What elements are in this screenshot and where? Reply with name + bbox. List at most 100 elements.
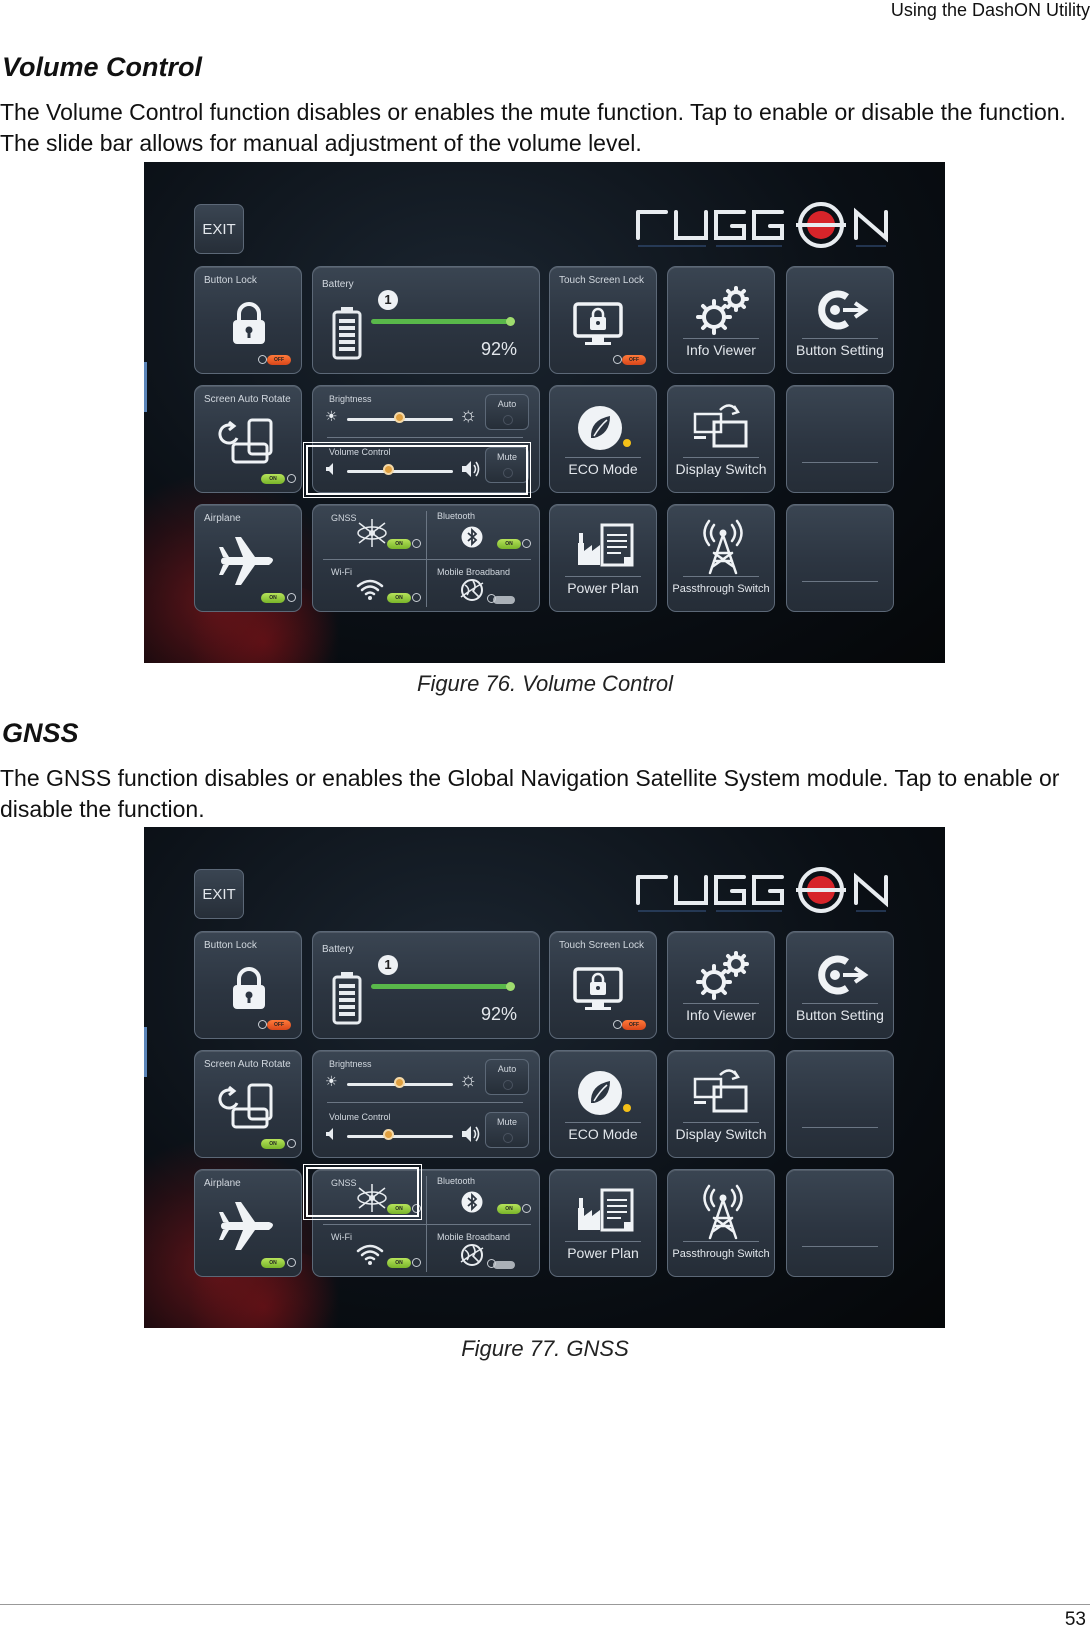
tile-brightness-volume: Brightness ☀ ☼ Auto Volume Control Mute: [312, 1050, 540, 1158]
brightness-slider-thumb[interactable]: [394, 1077, 405, 1088]
tile-eco-mode[interactable]: ECO Mode: [549, 1050, 657, 1158]
toggle-on-switch[interactable]: ON: [261, 1139, 285, 1149]
wifi-label: Wi-Fi: [331, 1232, 352, 1242]
toggle-on-switch[interactable]: ON: [261, 474, 285, 484]
tile-divider: [683, 338, 759, 339]
volume-mute-button[interactable]: Mute: [485, 1112, 529, 1148]
auto-indicator-icon: [503, 1080, 513, 1090]
volume-slider-track[interactable]: [347, 1135, 453, 1138]
tile-screen-auto-rotate[interactable]: Screen Auto Rotate ON: [194, 385, 302, 493]
bluetooth-toggle-on-switch[interactable]: ON: [497, 1204, 521, 1214]
wifi-toggle-on-switch[interactable]: ON: [387, 1258, 411, 1268]
tile-label: Passthrough Switch: [672, 583, 770, 595]
figure-volume-control-screenshot: EXIT Button Lock OFF Battery 1 92% Touch…: [144, 162, 945, 663]
tile-info-viewer[interactable]: Info Viewer: [667, 931, 775, 1039]
monitor-lock-icon: [573, 302, 623, 345]
gnss-toggle-on-switch[interactable]: ON: [387, 539, 411, 549]
section-paragraph-volume-control: The Volume Control function disables or …: [0, 99, 1066, 156]
tile-power-plan[interactable]: Power Plan: [549, 504, 657, 612]
toggle-knob: [412, 593, 421, 602]
toggle-knob: [487, 1259, 496, 1268]
brightness-slider-thumb[interactable]: [394, 412, 405, 423]
window-edge: [144, 1027, 147, 1077]
power-plan-icon: [578, 1188, 634, 1232]
tile-label: ECO Mode: [568, 1126, 638, 1142]
tile-display-switch[interactable]: Display Switch: [667, 1050, 775, 1158]
section-paragraph-gnss: The GNSS function disables or enables th…: [0, 765, 1060, 822]
footer-rule: [0, 1604, 1090, 1605]
tile-touch-screen-lock[interactable]: Touch Screen Lock OFF: [549, 266, 657, 374]
bluetooth-label: Bluetooth: [437, 511, 476, 521]
tile-label: Power Plan: [567, 1245, 639, 1261]
tile-airplane[interactable]: Airplane ON: [194, 504, 302, 612]
battery-level-bar: [371, 319, 511, 324]
section-title-volume-control: Volume Control: [2, 52, 202, 82]
tile-button-lock[interactable]: Button Lock OFF: [194, 931, 302, 1039]
figure-gnss-screenshot: EXIT Button Lock OFF Battery 1 92% Touch…: [144, 827, 945, 1328]
tile-label: Screen Auto Rotate: [204, 1059, 291, 1070]
tile-label: Power Plan: [567, 580, 639, 596]
tile-battery: Battery 1 92%: [312, 931, 540, 1039]
tile-eco-mode[interactable]: ECO Mode: [549, 385, 657, 493]
toggle-knob: [287, 474, 296, 483]
figure-caption-76: Figure 76. Volume Control: [417, 671, 673, 696]
tile-touch-screen-lock[interactable]: Touch Screen Lock OFF: [549, 931, 657, 1039]
padlock-icon: [233, 967, 265, 1009]
wifi-icon: [356, 1244, 384, 1265]
button-setting-icon: [818, 955, 869, 995]
brightness-auto-button[interactable]: Auto: [485, 1059, 529, 1095]
tile-display-switch[interactable]: Display Switch: [667, 385, 775, 493]
battery-percentage: 92%: [481, 1004, 518, 1024]
brightness-auto-button[interactable]: Auto: [485, 394, 529, 430]
exit-button[interactable]: EXIT: [194, 869, 244, 919]
toggle-off-switch[interactable]: OFF: [267, 1020, 291, 1030]
eco-leaf-icon: [578, 406, 631, 450]
tile-passthrough-switch[interactable]: Passthrough Switch: [667, 1169, 775, 1277]
toggle-knob: [412, 1258, 421, 1267]
button-setting-icon: [818, 290, 869, 330]
tile-divider: [683, 1241, 759, 1242]
toggle-on-switch[interactable]: ON: [261, 593, 285, 603]
figure-caption-77: Figure 77. GNSS: [461, 1336, 629, 1361]
bluetooth-icon: [461, 1191, 483, 1213]
monitor-lock-icon: [573, 967, 623, 1010]
tile-label: Info Viewer: [686, 1007, 756, 1023]
highlight-gnss: [303, 1164, 422, 1220]
tile-label: Airplane: [204, 513, 241, 524]
tile-passthrough-switch[interactable]: Passthrough Switch: [667, 504, 775, 612]
tile-divider: [323, 1224, 531, 1225]
volume-control-label: Volume Control: [329, 1112, 391, 1122]
tile-airplane[interactable]: Airplane ON: [194, 1169, 302, 1277]
mobile-broadband-toggle-switch[interactable]: [493, 1261, 515, 1269]
toggle-off-switch[interactable]: OFF: [622, 355, 646, 365]
tile-info-viewer[interactable]: Info Viewer: [667, 266, 775, 374]
brightness-high-icon: ☼: [459, 1069, 478, 1091]
battery-level-bar: [371, 984, 511, 989]
toggle-off-switch[interactable]: OFF: [622, 1020, 646, 1030]
tile-power-plan[interactable]: Power Plan: [549, 1169, 657, 1277]
tile-empty: [786, 1169, 894, 1277]
tile-button-setting[interactable]: Button Setting: [786, 931, 894, 1039]
rotate-screen-icon: [218, 1083, 273, 1129]
battery-icon: [332, 972, 362, 1025]
tile-label: Button Lock: [204, 275, 257, 286]
tile-screen-auto-rotate[interactable]: Screen Auto Rotate ON: [194, 1050, 302, 1158]
tile-divider: [323, 559, 531, 560]
auto-indicator-icon: [503, 415, 513, 425]
eco-leaf-icon: [578, 1071, 631, 1115]
mobile-broadband-toggle-switch[interactable]: [493, 596, 515, 604]
tile-divider: [327, 1102, 523, 1103]
toggle-on-switch[interactable]: ON: [261, 1258, 285, 1268]
tile-button-lock[interactable]: Button Lock OFF: [194, 266, 302, 374]
wifi-toggle-on-switch[interactable]: ON: [387, 593, 411, 603]
exit-button[interactable]: EXIT: [194, 204, 244, 254]
toggle-knob: [522, 1204, 531, 1213]
display-switch-icon: [693, 1069, 748, 1113]
tile-button-setting[interactable]: Button Setting: [786, 266, 894, 374]
globe-icon: [460, 579, 484, 601]
toggle-off-switch[interactable]: OFF: [267, 355, 291, 365]
bluetooth-label: Bluetooth: [437, 1176, 476, 1186]
tile-empty: [786, 504, 894, 612]
volume-slider-thumb[interactable]: [383, 1129, 395, 1140]
bluetooth-toggle-on-switch[interactable]: ON: [497, 539, 521, 549]
